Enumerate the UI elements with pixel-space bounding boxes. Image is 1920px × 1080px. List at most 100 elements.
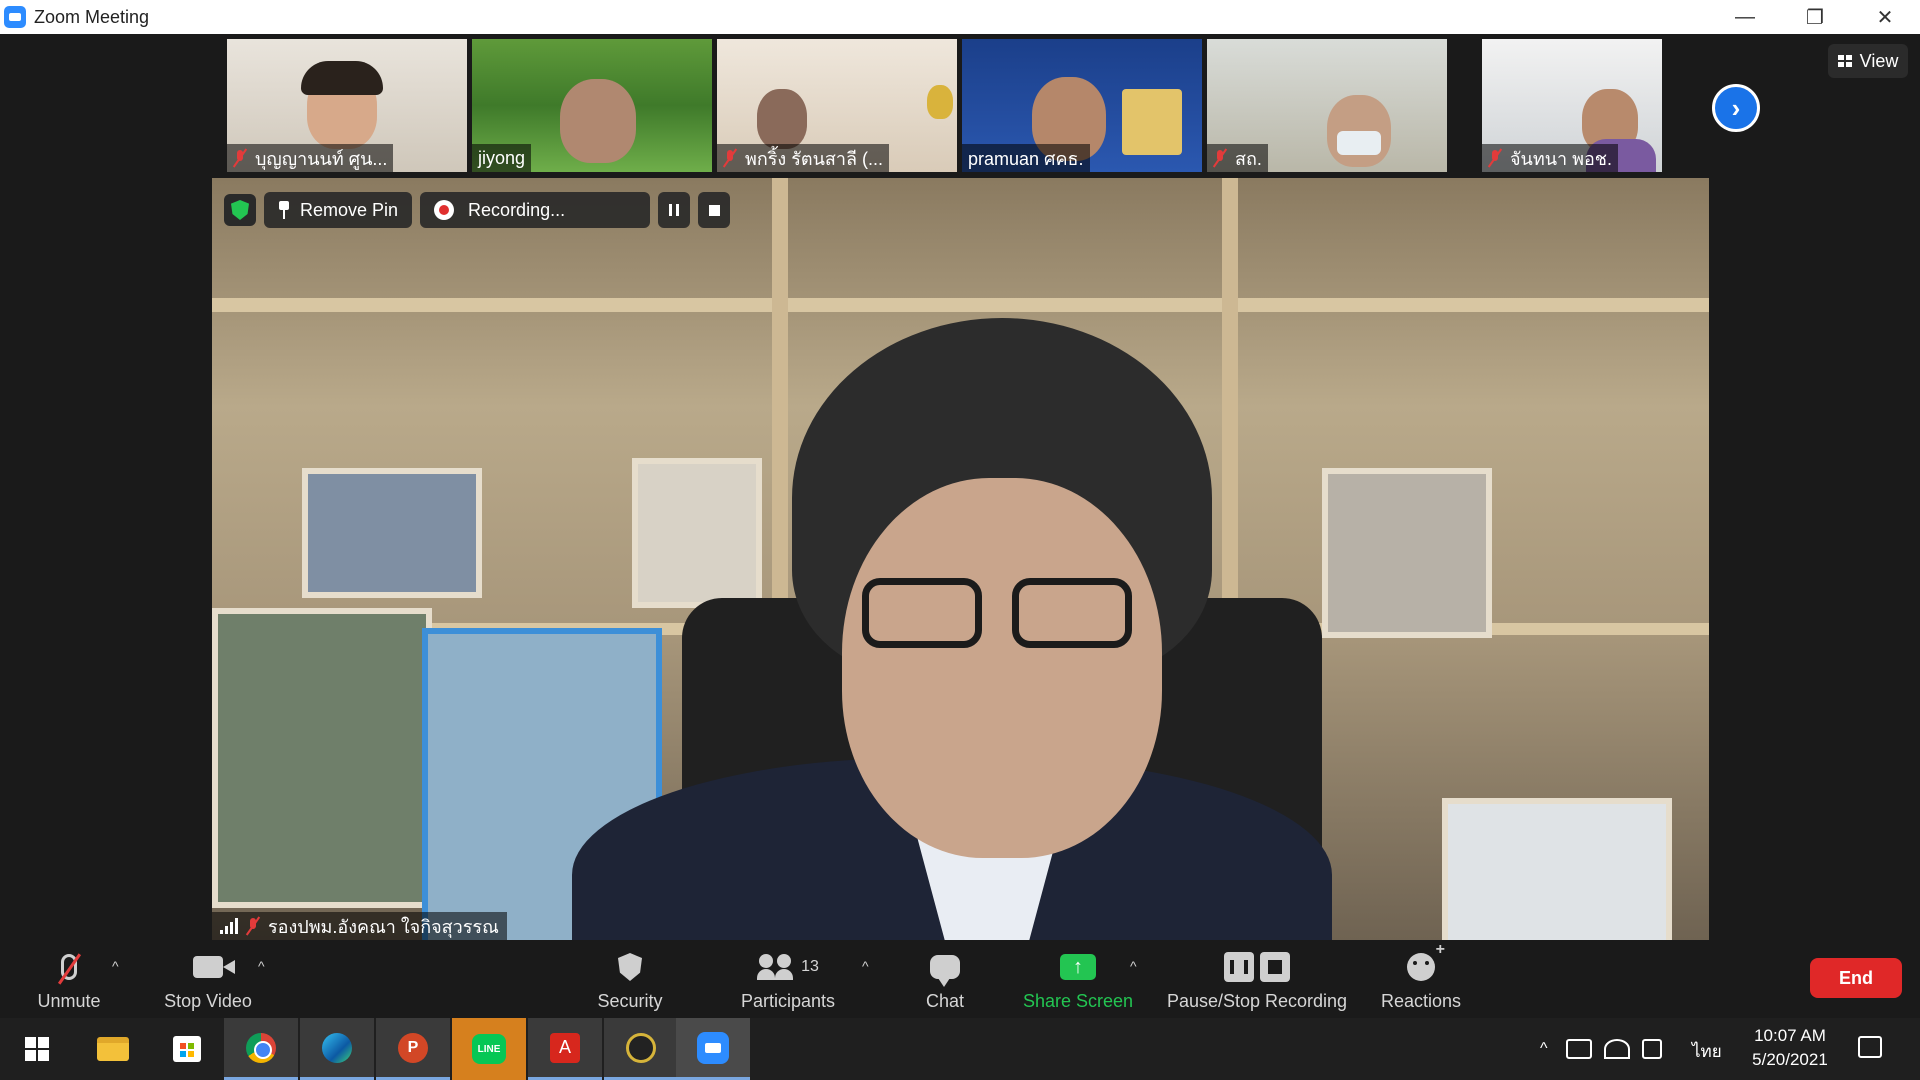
title-bar: Zoom Meeting — ❐ ✕ <box>0 0 1920 34</box>
participant-name: jiyong <box>478 147 526 168</box>
pause-recording-button[interactable] <box>658 192 691 228</box>
share-screen-label: Share Screen <box>1022 991 1134 1011</box>
wifi-icon[interactable] <box>1603 1039 1630 1059</box>
volume-icon[interactable] <box>1641 1039 1662 1059</box>
participant-thumbnail[interactable]: สถ. <box>1207 39 1447 172</box>
clock-time: 10:07 AM <box>1754 1026 1826 1045</box>
participants-icon <box>757 954 793 980</box>
smiley-icon <box>1407 941 1445 981</box>
share-screen-button[interactable]: ↑ Share Screen <box>1020 940 1136 1018</box>
participant-name-label: สถ. <box>1207 144 1268 172</box>
taskbar-powerpoint[interactable]: P <box>376 1018 450 1080</box>
mic-muted-icon <box>1213 149 1227 167</box>
participant-strip: บุญญานนท์ ศูน... jiyong พกริ้ง รัตนสาลี … <box>0 34 1920 178</box>
reactions-button[interactable]: Reactions <box>1374 940 1468 1018</box>
participant-name: pramuan ศคธ. <box>968 148 1084 169</box>
speaker-face <box>842 478 1162 858</box>
chevron-right-icon: › <box>1731 92 1741 123</box>
participant-name: สถ. <box>1235 148 1262 169</box>
speaker-name-label: รองปพม.อังคณา ใจกิจสุวรรณ <box>212 912 507 940</box>
remove-pin-label: Remove Pin <box>300 199 399 220</box>
mic-muted-icon <box>246 917 260 935</box>
recording-indicator: Recording... <box>420 192 651 228</box>
share-screen-icon: ↑ <box>1060 954 1096 980</box>
taskbar-microsoft-store[interactable] <box>150 1018 224 1080</box>
participant-name: พกริ้ง รัตนสาลี (... <box>745 148 884 169</box>
taskbar-file-explorer[interactable] <box>76 1018 150 1080</box>
pause-icon <box>669 204 680 216</box>
share-options-caret[interactable]: ^ <box>1130 958 1137 974</box>
shield-icon <box>618 953 642 981</box>
powerpoint-icon: P <box>398 1032 428 1063</box>
photo-frame <box>1442 798 1672 940</box>
participant-thumbnail[interactable]: pramuan ศคธ. <box>962 39 1202 172</box>
video-options-caret[interactable]: ^ <box>258 958 265 974</box>
participant-thumbnail[interactable]: บุญญานนท์ ศูน... <box>227 39 467 172</box>
taskbar-app[interactable] <box>604 1018 678 1080</box>
start-button[interactable] <box>0 1018 74 1080</box>
view-button[interactable]: View <box>1828 44 1908 78</box>
pin-icon <box>278 201 290 219</box>
end-meeting-button[interactable]: End <box>1810 958 1902 998</box>
speaker-name: รองปพม.อังคณา ใจกิจสุวรรณ <box>268 916 499 937</box>
stop-video-button[interactable]: Stop Video <box>150 940 266 1018</box>
taskbar-edge[interactable] <box>300 1018 374 1080</box>
participant-name: บุญญานนท์ ศูน... <box>255 148 388 169</box>
participant-name-label: พกริ้ง รัตนสาลี (... <box>717 144 890 172</box>
pause-stop-recording-button[interactable]: Pause/Stop Recording <box>1160 940 1354 1018</box>
input-language[interactable]: ไทย <box>1692 1038 1722 1065</box>
active-speaker-video[interactable] <box>212 178 1709 940</box>
window-title: Zoom Meeting <box>34 6 150 27</box>
edge-icon <box>322 1032 352 1063</box>
stop-recording-button[interactable] <box>698 192 731 228</box>
glasses <box>1012 578 1132 648</box>
unmute-button[interactable]: Unmute <box>24 940 114 1018</box>
unmute-label: Unmute <box>37 991 101 1011</box>
participant-name-label: บุญญานนท์ ศูน... <box>227 144 394 172</box>
participant-face <box>757 89 807 149</box>
folder-icon <box>97 1037 129 1061</box>
show-hidden-icons-caret[interactable]: ^ <box>1540 1040 1548 1058</box>
participants-count: 13 <box>801 958 819 975</box>
picture-frame <box>302 468 482 598</box>
participant-name-label: pramuan ศคธ. <box>962 144 1090 172</box>
taskbar-acrobat[interactable]: A <box>528 1018 602 1080</box>
restore-button[interactable]: ❐ <box>1780 0 1850 34</box>
taskbar-line[interactable]: LINE <box>452 1018 526 1080</box>
taskbar-clock[interactable]: 10:07 AM 5/20/2021 <box>1740 1024 1840 1072</box>
participant-face <box>927 85 953 119</box>
taskbar-chrome[interactable] <box>224 1018 298 1080</box>
encryption-shield-icon[interactable] <box>224 194 256 226</box>
participant-thumbnail[interactable]: jiyong <box>472 39 712 172</box>
portrait-frame <box>1322 468 1492 638</box>
participant-name-label: jiyong <box>472 144 532 172</box>
pause-stop-recording-label: Pause/Stop Recording <box>1166 991 1348 1011</box>
chat-button[interactable]: Chat <box>905 940 985 1018</box>
grid-view-icon <box>1837 55 1852 67</box>
close-button[interactable]: ✕ <box>1850 0 1920 34</box>
battery-icon[interactable] <box>1565 1039 1592 1059</box>
taskbar-zoom[interactable] <box>676 1018 750 1080</box>
participants-options-caret[interactable]: ^ <box>862 958 869 974</box>
next-page-button[interactable]: › <box>1712 84 1760 132</box>
zoom-app-icon <box>4 6 26 28</box>
shelf <box>212 298 1709 312</box>
connection-signal-icon <box>220 918 240 934</box>
audio-options-caret[interactable]: ^ <box>112 958 119 974</box>
app-icon <box>626 1032 656 1063</box>
face-mask <box>1337 131 1381 155</box>
minimize-button[interactable]: — <box>1710 0 1780 34</box>
acrobat-icon: A <box>550 1032 580 1063</box>
system-tray: ^ <box>1540 1018 1668 1080</box>
stop-video-label: Stop Video <box>164 991 252 1011</box>
video-camera-icon <box>193 956 235 978</box>
notification-center-icon[interactable] <box>1858 1036 1882 1058</box>
mic-muted-icon <box>723 149 737 167</box>
participant-thumbnail[interactable]: พกริ้ง รัตนสาลี (... <box>717 39 957 172</box>
remove-pin-button[interactable]: Remove Pin <box>264 192 413 228</box>
participants-button[interactable]: 13 Participants <box>730 940 846 1018</box>
security-button[interactable]: Security <box>580 940 680 1018</box>
chat-bubble-icon <box>930 955 960 987</box>
participant-hair <box>301 61 383 95</box>
participant-thumbnail[interactable]: จันทนา พอช. <box>1482 39 1662 172</box>
